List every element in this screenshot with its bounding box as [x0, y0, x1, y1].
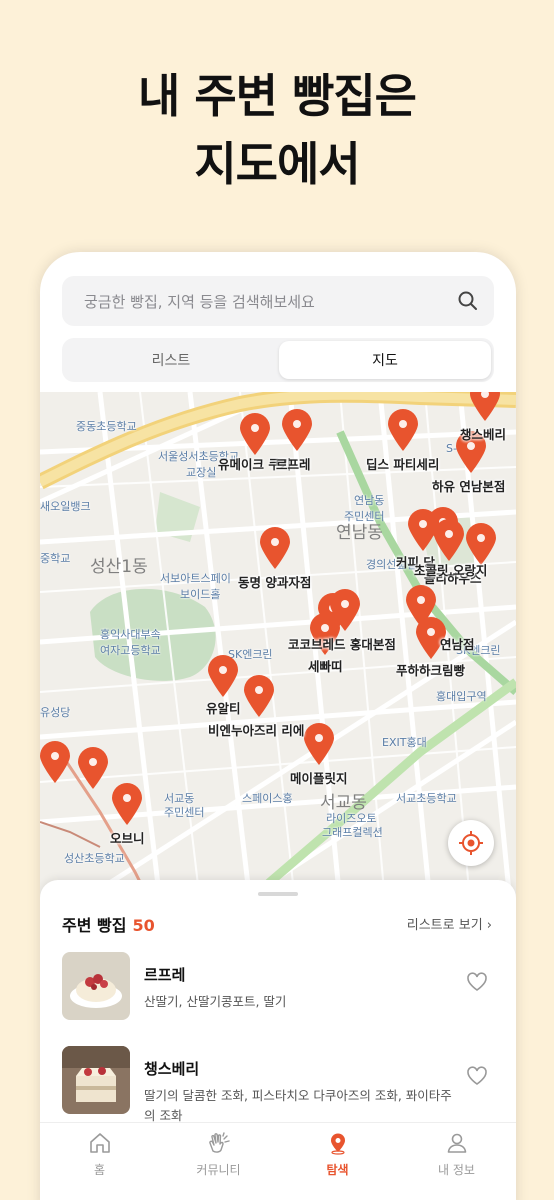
tab-home[interactable]: 홈	[40, 1131, 159, 1178]
place-label: 중학교	[40, 552, 71, 565]
tab-label: 커뮤니티	[196, 1163, 241, 1177]
list-item[interactable]: 르프레 산딸기, 산딸기콩포트, 딸기	[40, 952, 516, 1032]
promo-headline: 내 주변 빵집은 지도에서	[0, 62, 554, 198]
bakery-thumbnail	[62, 1046, 130, 1114]
bakery-pin[interactable]	[386, 408, 420, 452]
place-label: 보이드홀	[180, 588, 221, 601]
map-pin-icon	[330, 1133, 345, 1155]
bakery-label: 챙스베리	[460, 427, 507, 442]
heart-icon[interactable]	[466, 1066, 488, 1086]
headline-line-1: 내 주변 빵집은	[138, 69, 417, 123]
bakery-name: 르프레	[144, 966, 186, 984]
place-label: 그래프컬렉션	[322, 826, 383, 839]
place-label: 새오일뱅크	[40, 500, 91, 513]
bakery-label: 비엔누아즈리 리에	[208, 723, 305, 738]
tab-label: 홈	[93, 1163, 106, 1177]
bakery-label: 푸하하크림빵	[396, 663, 466, 678]
place-label: 연남동	[354, 494, 385, 507]
bakery-label: 유알티	[206, 701, 241, 716]
bakery-menu: 산딸기, 산딸기콩포트, 딸기	[144, 994, 287, 1009]
bakery-pin[interactable]	[468, 392, 502, 422]
bakery-thumbnail	[62, 952, 130, 1020]
bakery-pin[interactable]	[302, 722, 336, 766]
place-label: 성산초등학교	[64, 852, 125, 865]
bakery-pin[interactable]	[258, 526, 292, 570]
sheet-title: 주변 빵집 50	[62, 912, 155, 936]
place-label: 서교초등학교	[396, 792, 457, 805]
search-icon[interactable]	[456, 289, 480, 313]
bakery-label: 연남점	[440, 637, 475, 652]
place-label: EXIT홍대	[382, 736, 427, 749]
place-label: 교장실	[186, 466, 217, 479]
bakery-pin[interactable]	[76, 746, 110, 790]
tab-label: 탐색	[326, 1163, 349, 1177]
bakery-pin[interactable]	[238, 412, 272, 456]
tab-label: 내 정보	[438, 1163, 475, 1177]
bakery-label: 동명 양과자점	[238, 575, 312, 590]
bakery-label: 하유 연남본점	[432, 479, 506, 494]
place-label: 주민센터	[164, 806, 205, 819]
bakery-label: 딥스 파티세리	[366, 457, 440, 472]
phone-frame: 궁금한 빵집, 지역 등을 검색해보세요 리스트 지도 성산1동 연남동 서교동…	[40, 252, 516, 1200]
bakery-count: 50	[132, 916, 155, 935]
tab-community[interactable]: 커뮤니티	[159, 1131, 278, 1178]
bakery-label: 르프레	[276, 457, 311, 472]
heart-icon[interactable]	[466, 972, 488, 992]
bakery-label: 세빠띠	[308, 659, 343, 674]
bakery-pin[interactable]	[40, 740, 72, 784]
current-location-button[interactable]	[448, 820, 494, 866]
bakery-menu: 딸기의 달콤한 조화, 피스타치오 다쿠아즈의 조화, 퐈이타주의 조화	[144, 1088, 452, 1123]
bakery-pin[interactable]	[206, 654, 240, 698]
crosshair-icon	[459, 831, 483, 855]
tab-map[interactable]: 지도	[279, 341, 491, 379]
search-placeholder[interactable]: 궁금한 빵집, 지역 등을 검색해보세요	[84, 291, 315, 312]
search-bar[interactable]: 궁금한 빵집, 지역 등을 검색해보세요	[62, 276, 494, 326]
bakery-pin[interactable]	[280, 408, 314, 452]
bakery-label: 코코브레드 홍대본점	[288, 637, 396, 652]
bottom-tab-bar: 홈 커뮤니티 탐색 내 정보	[40, 1122, 516, 1200]
clap-hands-icon	[208, 1132, 230, 1153]
place-label: 유성당	[40, 706, 71, 719]
list-item[interactable]: 챙스베리 딸기의 달콤한 조화, 피스타치오 다쿠아즈의 조화, 퐈이타주의 조…	[40, 1046, 516, 1126]
bakery-label: 메이플릿지	[290, 771, 348, 786]
view-as-list-link[interactable]: 리스트로 보기 ›	[407, 914, 492, 933]
person-icon	[447, 1133, 466, 1153]
place-label: 중동초등학교	[76, 420, 137, 433]
place-label: 스페이스홍	[242, 792, 293, 805]
map-view[interactable]: 성산1동 연남동 서교동 중동초등학교 서울성서초등학교 교장실 새오일뱅크 연…	[40, 392, 516, 902]
place-label: 서보아트스페이	[160, 572, 231, 585]
place-label: 홍익사대부속	[100, 628, 161, 641]
sheet-title-text: 주변 빵집	[62, 916, 127, 935]
tab-list[interactable]: 리스트	[65, 341, 277, 379]
bakery-pin[interactable]	[432, 518, 466, 562]
place-label: 주민센터	[344, 510, 385, 523]
home-icon	[89, 1133, 110, 1153]
bakery-pin[interactable]	[110, 782, 144, 826]
place-label: 홍대입구역	[436, 690, 487, 703]
tab-my-info[interactable]: 내 정보	[397, 1131, 516, 1178]
bakery-name: 챙스베리	[144, 1060, 200, 1078]
tab-explore[interactable]: 탐색	[278, 1131, 397, 1178]
headline-line-2: 지도에서	[194, 137, 360, 191]
district-label: 성산1동	[90, 557, 148, 577]
bakery-label: 오브니	[110, 831, 145, 846]
place-label: 여자고등학교	[100, 644, 161, 657]
sheet-drag-handle[interactable]	[258, 892, 298, 896]
bakery-label: 초콜릿 오랑지	[414, 563, 488, 578]
view-toggle: 리스트 지도	[62, 338, 494, 382]
bakery-pin[interactable]	[242, 674, 276, 718]
